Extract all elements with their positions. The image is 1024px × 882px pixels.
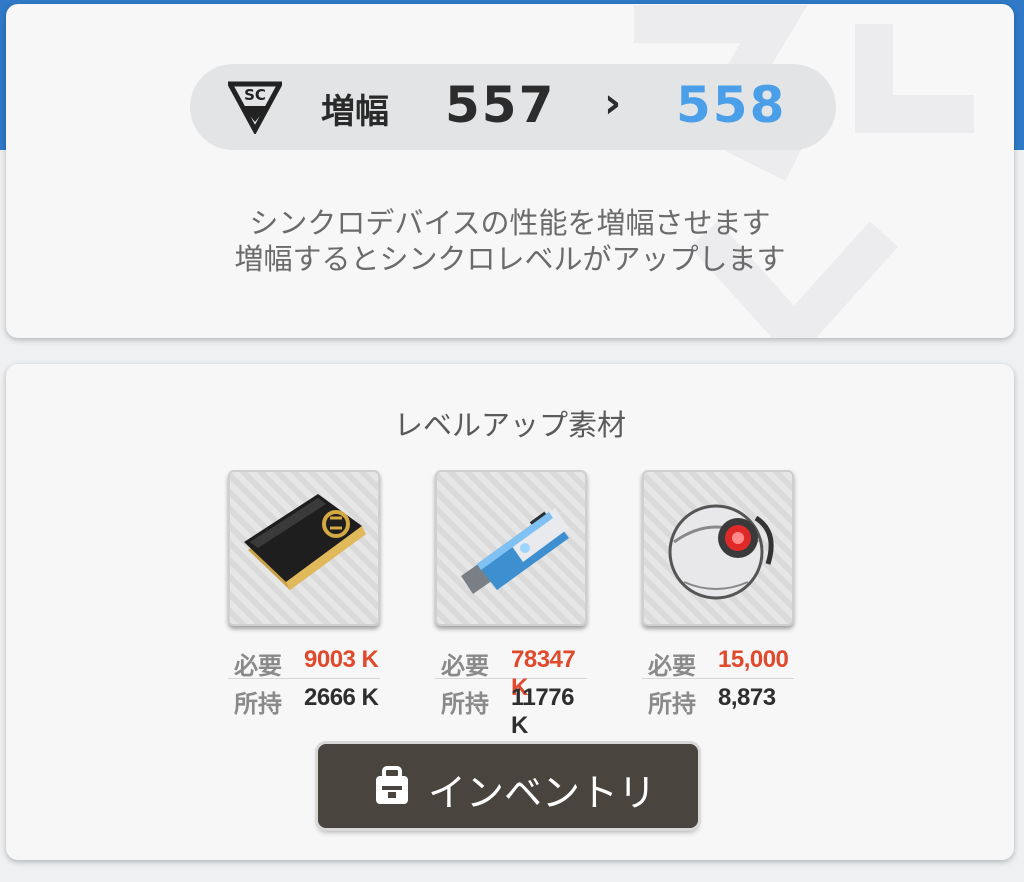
owned-label: 所持 (648, 690, 696, 718)
sc-emblem-icon: SC (228, 81, 282, 134)
owned-value: 8,873 (718, 684, 776, 711)
owned-row: 所持 8,873 (642, 680, 794, 718)
owned-value: 2666 K (304, 684, 379, 711)
required-value: 9003 K (304, 646, 379, 673)
material-item[interactable]: 必要 9003 K 所持 2666 K (228, 470, 380, 718)
materials-panel: レベルアップ素材 必要 9003 K 所持 2666 K 必要 78347 K … (6, 364, 1014, 860)
sc-watermark-icon (634, 5, 974, 338)
amplify-label: 増幅 (321, 92, 389, 132)
level-arrow: › (604, 78, 622, 127)
backpack-icon (376, 766, 408, 804)
usb-drive-icon (461, 508, 569, 594)
materials-title: レベルアップ素材 (393, 408, 626, 442)
description-line-2: 増幅するとシンクロレベルがアップします (234, 242, 786, 276)
material-item[interactable]: 必要 15,000 所持 8,873 (642, 470, 794, 718)
amplify-panel: SC 増幅 557 › 558 シンクロデバイスの性能を増幅させます 増幅すると… (6, 4, 1014, 338)
level-change-pill: SC 増幅 557 › 558 (190, 64, 836, 150)
owned-label: 所持 (441, 690, 489, 718)
required-label: 必要 (234, 652, 282, 680)
inventory-button-label: インベントリ (428, 771, 657, 815)
current-level: 557 (445, 76, 556, 134)
robot-sphere-icon (668, 504, 774, 600)
required-label: 必要 (648, 652, 696, 680)
owned-row: 所持 11776 K (435, 680, 587, 739)
required-row: 必要 15,000 (642, 642, 794, 680)
material-item[interactable]: 必要 78347 K 所持 11776 K (435, 470, 587, 739)
owned-value: 11776 K (511, 684, 574, 739)
svg-text:SC: SC (244, 86, 266, 104)
inventory-button[interactable]: インベントリ (318, 744, 698, 828)
material-slot[interactable] (642, 470, 794, 626)
material-slot[interactable] (228, 470, 380, 626)
next-level: 558 (676, 76, 787, 134)
material-slot[interactable] (435, 470, 587, 626)
required-row: 必要 9003 K (228, 642, 380, 680)
required-value: 15,000 (718, 646, 789, 673)
required-row: 必要 78347 K (435, 642, 587, 701)
required-label: 必要 (441, 652, 489, 680)
owned-label: 所持 (234, 690, 282, 718)
credit-card-icon (244, 494, 366, 590)
owned-row: 所持 2666 K (228, 680, 380, 718)
